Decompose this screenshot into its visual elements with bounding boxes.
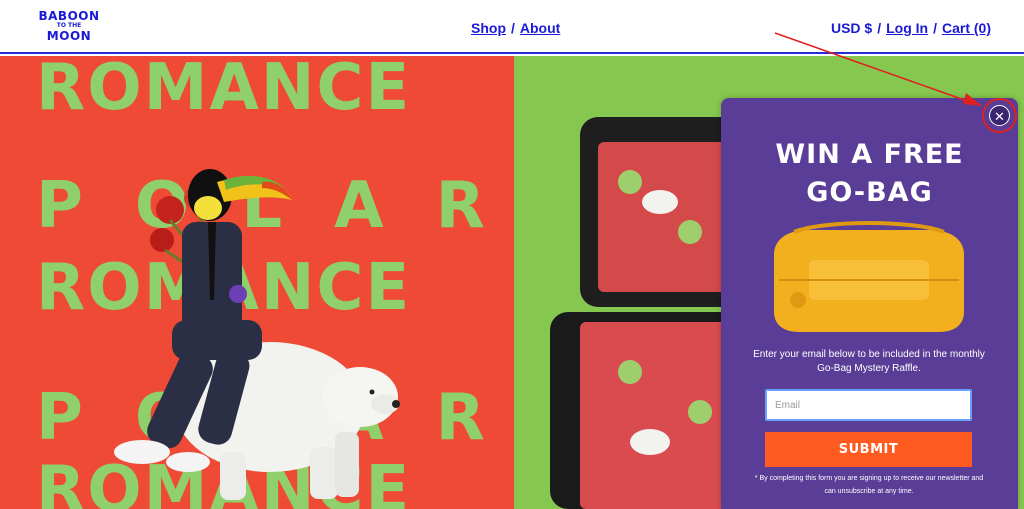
yellow-duffel-bag-image [774,221,964,332]
nav-about-link[interactable]: About [520,20,560,36]
toucan-man-image [114,169,292,472]
popup-description: Enter your email below to be included in… [753,349,985,374]
main-nav: Shop / About [471,20,560,36]
logo-line-3: MOON [46,29,92,43]
nav-shop-link[interactable]: Shop [471,20,506,36]
logo-line-1: BABOON [38,9,100,23]
popup-fineprint: * By completing this form you are signin… [754,475,984,495]
popup-title-line-1: WIN A FREE [775,139,964,170]
hero-word-1: ROMANCE [36,56,412,125]
email-input[interactable] [765,389,972,421]
black-bag-image [550,117,740,509]
brand-logo[interactable]: BABOON TO THE MOON [36,10,102,42]
popup-title-line-2: GO-BAG [806,177,933,208]
page: BABOON TO THE MOON Shop / About USD $ / Log … [0,0,1024,509]
submit-button[interactable]: SUBMIT [765,432,972,467]
annotation-arrow-icon [774,32,982,106]
nav-separator: / [511,20,515,36]
popup-title: WIN A FREE GO-BAG [721,136,1018,212]
close-icon[interactable]: ✕ [989,105,1010,126]
